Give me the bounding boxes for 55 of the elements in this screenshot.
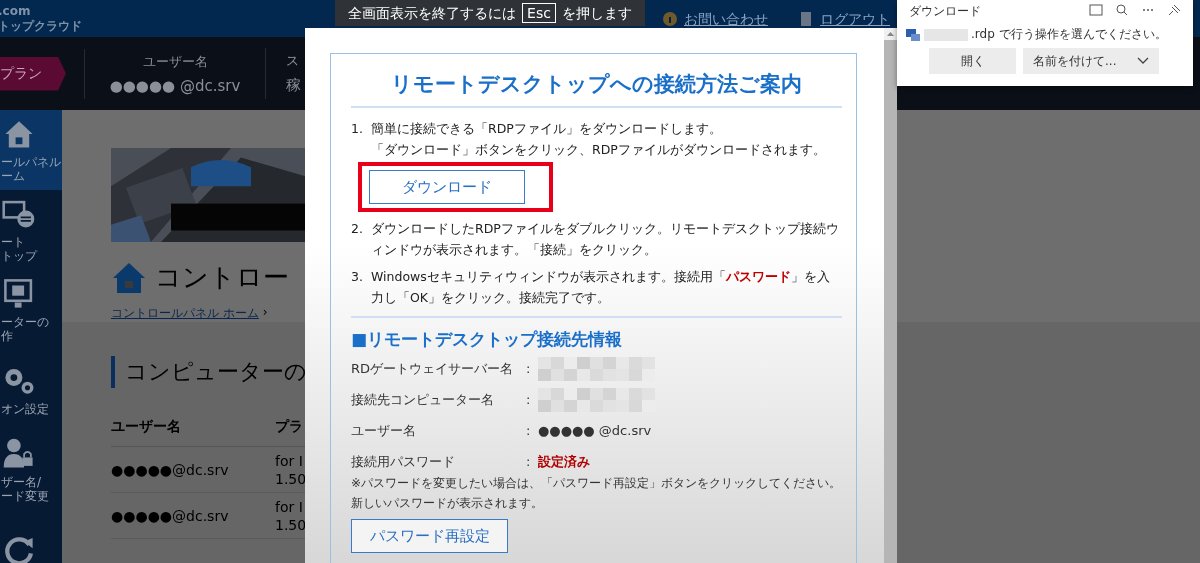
sidebar-item[interactable]: ールパネル ーム bbox=[0, 110, 62, 190]
file-icon bbox=[905, 26, 921, 43]
notice-text: 全画面表示を終了するには bbox=[348, 5, 517, 23]
nav-link[interactable]: ログアウト bbox=[798, 10, 890, 27]
chevron-icon bbox=[1137, 57, 1149, 65]
info-label: RDゲートウェイサーバー名 bbox=[351, 359, 515, 378]
step-number: 3. bbox=[351, 268, 364, 286]
colon: : bbox=[526, 392, 532, 407]
step-text: 簡単に接続できる「RDPファイル」をダウンロードします。 「ダウンロード」ボタンをクリック、RDPファイルがダウンロードされます。 bbox=[371, 120, 827, 159]
dialog-title: リモートデスクトップへの接続方法ご案内 bbox=[351, 54, 842, 108]
house-icon bbox=[111, 260, 147, 295]
reset-password-button[interactable]: パスワード再設定 bbox=[351, 519, 508, 553]
plan-tag: プラン bbox=[0, 56, 66, 91]
scroll-up-icon[interactable] bbox=[884, 28, 897, 40]
step-text: Windowsセキュリティウィンドウが表示されます。接続用「パスワード」を入力し「OK」をクリック。接続完了です。 bbox=[371, 268, 831, 307]
panel-button[interactable]: 開く bbox=[929, 48, 1016, 74]
section-heading: ■リモートデスクトップ接続先情報 bbox=[351, 328, 624, 351]
redacted-block bbox=[924, 28, 968, 41]
pin-icon[interactable] bbox=[1167, 4, 1181, 16]
field-label: ス bbox=[286, 52, 299, 70]
info-value: ●●●●● @dc.srv bbox=[538, 423, 653, 438]
key-label: Esc bbox=[522, 3, 556, 23]
info-icon bbox=[662, 10, 678, 27]
logo-text: トップクラウド bbox=[0, 18, 82, 34]
door-icon bbox=[798, 10, 814, 27]
info-label: 接続先コンピューター名 bbox=[351, 390, 495, 409]
download-button[interactable]: ダウンロード bbox=[369, 170, 525, 204]
step-number: 1. bbox=[351, 120, 364, 138]
info-label: 接続用パスワード bbox=[351, 452, 456, 471]
colon: : bbox=[526, 454, 532, 469]
info-label: ユーザー名 bbox=[351, 421, 417, 440]
scrollbar[interactable] bbox=[884, 28, 897, 563]
field-value: ●●●●● @dc.srv bbox=[109, 76, 241, 95]
download-message: .rdp で行う操作を選んでください。 bbox=[971, 26, 1167, 43]
table-cell: ●●●●●@dc.srv bbox=[111, 493, 275, 539]
column-header: ユーザー名 bbox=[111, 418, 275, 447]
field-label: ユーザー名 bbox=[142, 52, 208, 71]
info-value: 設定済み bbox=[538, 452, 591, 471]
note-text: ※パスワードを変更したい場合は、「パスワード再設定」ボタンをクリックしてください。新しいパスワードが表示されます。 bbox=[351, 475, 842, 512]
logo-text: .com bbox=[0, 3, 32, 19]
colon: : bbox=[526, 423, 532, 438]
breadcrumb-separator: › bbox=[262, 305, 268, 321]
search-icon[interactable] bbox=[1115, 4, 1129, 16]
field-value: 稼 bbox=[286, 76, 301, 95]
step-number: 2. bbox=[351, 220, 364, 238]
notice-text: を押します bbox=[561, 5, 632, 23]
panel-title: ダウンロード bbox=[909, 3, 981, 20]
step-text: ダウンロードしたRDPファイルをダブルクリック。リモートデスクトップ接続ウィンドウが表示されます。「接続」をクリック。 bbox=[371, 220, 840, 259]
nav-link[interactable]: お問い合わせ bbox=[662, 10, 768, 27]
panel-button[interactable]: 名前を付けて... bbox=[1023, 48, 1159, 74]
table-cell: ●●●●●@dc.srv bbox=[111, 447, 275, 493]
user-lock-icon bbox=[2, 437, 36, 471]
folder-icon[interactable] bbox=[1089, 4, 1103, 16]
colon: : bbox=[526, 361, 532, 376]
page-title: コントロー bbox=[155, 261, 289, 294]
